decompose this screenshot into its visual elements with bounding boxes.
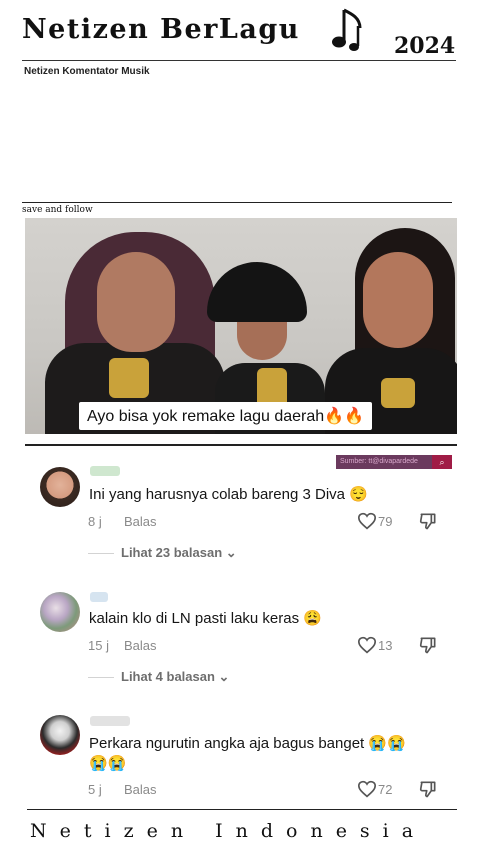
thumbs-down-icon[interactable]: [418, 635, 438, 655]
like-count: 72: [378, 782, 393, 797]
cowboy-hat: [207, 262, 307, 322]
gold-accessory: [109, 358, 149, 398]
view-replies-link[interactable]: Lihat 4 balasan ⌄: [121, 669, 229, 685]
save-follow-label: save and follow: [22, 205, 93, 215]
comment-text: Ini yang harusnya colab bareng 3 Diva 😌: [89, 486, 368, 503]
comment-time: 15 j: [88, 638, 109, 653]
heart-icon[interactable]: [357, 512, 377, 530]
avatar[interactable]: [40, 592, 80, 632]
header: Netizen BerLagu 2024 Netizen Komentator …: [0, 0, 480, 80]
divider: [27, 809, 457, 810]
heart-icon[interactable]: [357, 780, 377, 798]
reply-button[interactable]: Balas: [124, 782, 157, 797]
comment-time: 8 j: [88, 514, 102, 529]
divider: [25, 444, 457, 446]
comment-text-line2: 😭😭: [89, 755, 127, 772]
replies-divider: [88, 677, 114, 678]
singer-right-face: [363, 252, 433, 348]
replies-divider: [88, 553, 114, 554]
like-count: 13: [378, 638, 393, 653]
avatar[interactable]: [40, 715, 80, 755]
comment-time: 5 j: [88, 782, 102, 797]
chevron-down-icon: ⌄: [225, 545, 237, 560]
username-blurred[interactable]: [90, 466, 120, 476]
divider: [22, 60, 456, 61]
comment-text: kalain klo di LN pasti laku keras 😩: [89, 610, 322, 627]
username-blurred[interactable]: [90, 716, 130, 726]
reply-button[interactable]: Balas: [124, 638, 157, 653]
thumbs-down-icon[interactable]: [418, 511, 438, 531]
chevron-down-icon: ⌄: [218, 669, 230, 684]
divider: [22, 202, 452, 203]
like-count: 79: [378, 514, 393, 529]
music-note-icon: [332, 8, 362, 51]
video-frame[interactable]: Ayo bisa yok remake lagu daerah🔥🔥: [25, 218, 457, 434]
heart-icon[interactable]: [357, 636, 377, 654]
video-caption: Ayo bisa yok remake lagu daerah🔥🔥: [79, 402, 373, 430]
singer-left-face: [97, 252, 175, 352]
year-label: 2024: [394, 33, 456, 59]
brand-title: Netizen BerLagu: [22, 14, 300, 45]
thumbs-down-icon[interactable]: [418, 779, 438, 799]
reply-button[interactable]: Balas: [124, 514, 157, 529]
username-blurred[interactable]: [90, 592, 108, 602]
avatar[interactable]: [40, 467, 80, 507]
view-replies-link[interactable]: Lihat 23 balasan ⌄: [121, 545, 237, 561]
source-label: Sumber: tt@divapardede: [336, 455, 432, 469]
search-icon[interactable]: ⌕: [432, 455, 452, 469]
subtitle: Netizen Komentator Musik: [24, 66, 150, 77]
comment-text: Perkara ngurutin angka aja bagus banget …: [89, 735, 406, 752]
footer-brand: Netizen Indonesia: [30, 820, 427, 842]
gold-accessory: [381, 378, 415, 408]
